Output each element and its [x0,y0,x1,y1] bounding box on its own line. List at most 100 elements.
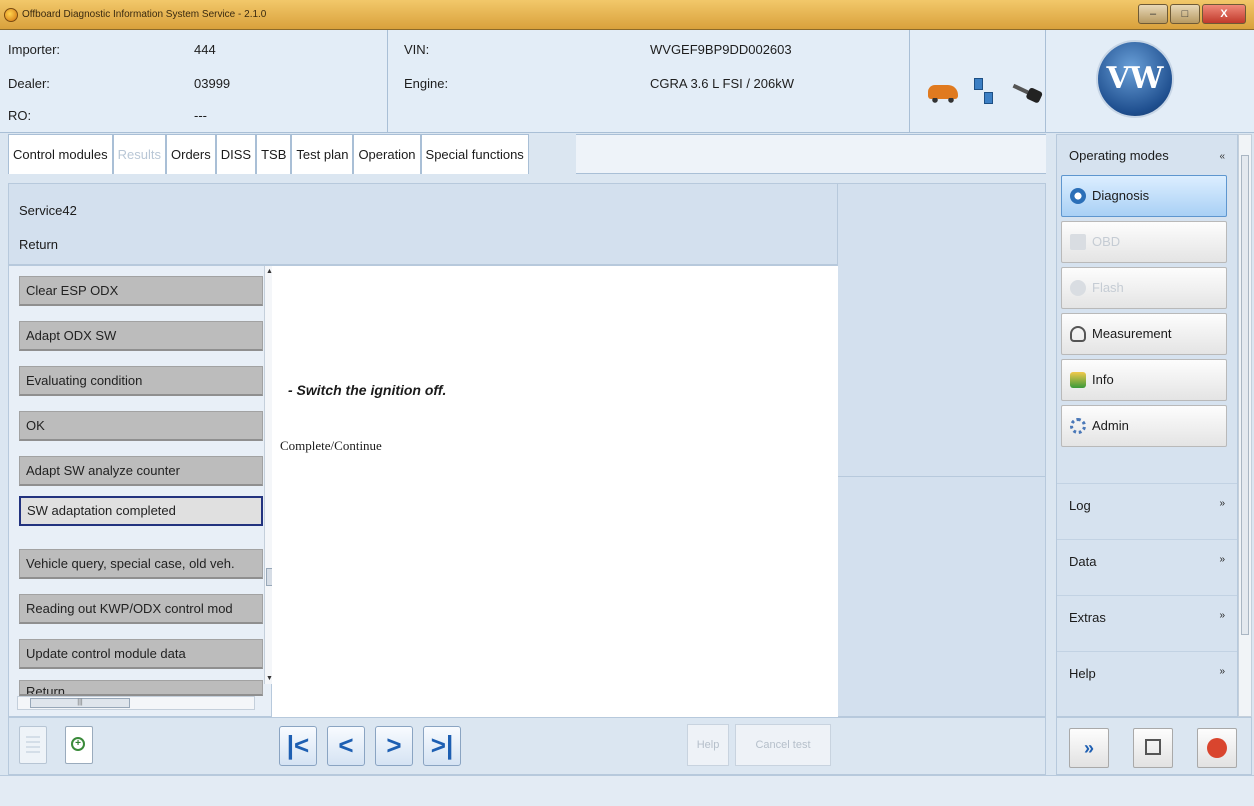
importer-label: Importer: [8,42,61,57]
section-label: Data [1069,554,1097,569]
window-title-bar[interactable]: Offboard Diagnostic Information System S… [0,0,1254,30]
service-name: Service42 [19,203,77,218]
engine-label: Engine: [404,76,449,91]
status-bar [0,775,1254,806]
vehicle-info-header: Importer: 444 Dealer: 03999 RO: --- VIN:… [0,30,1254,133]
vehicle-icon[interactable] [928,85,958,103]
expand-icon[interactable]: » [1219,498,1225,509]
list-item[interactable]: Reading out KWP/ODX control mod [19,594,263,624]
vin-value: WVGEF9BP9DD002603 [650,42,792,57]
admin-icon [1070,418,1086,434]
sidebar-scrollbar[interactable] [1238,134,1252,717]
close-window-button[interactable]: X [1202,4,1246,24]
mode-measurement-button[interactable]: Measurement [1061,313,1227,355]
list-item[interactable]: Return [19,680,263,696]
frame-icon [1145,739,1161,755]
screenshot-button[interactable] [1133,728,1173,768]
info-panel-top [838,183,1046,477]
tab-control-modules[interactable]: Control modules [8,134,113,174]
complete-continue-link[interactable]: Complete/Continue [280,438,382,454]
list-item[interactable]: Adapt ODX SW [19,321,263,351]
operating-modes-title: Operating modes [1069,148,1169,163]
forward-button[interactable]: » [1069,728,1109,768]
tab-special-functions[interactable]: Special functions [420,134,529,174]
gauge-icon [1070,326,1086,342]
expand-icon[interactable]: » [1219,554,1225,565]
vehicle-cell: VIN: WVGEF9BP9DD002603 Engine: CGRA 3.6 … [388,30,910,133]
mode-label: Info [1092,372,1114,387]
list-item[interactable]: Clear ESP ODX [19,276,263,306]
service-header: Service42 Return [8,183,838,265]
sidebar-section-help[interactable]: Help » [1057,651,1237,695]
scrollbar-thumb[interactable]: ||| [30,698,130,708]
mode-admin-button[interactable]: Admin [1061,405,1227,447]
tab-test-plan[interactable]: Test plan [291,134,354,174]
diagnosis-icon [1070,188,1086,204]
list-item[interactable]: Evaluating condition [19,366,263,396]
flash-icon [1070,280,1086,296]
info-icon [1070,372,1086,388]
dealer-label: Dealer: [8,76,50,91]
mode-obd-button[interactable]: OBD [1061,221,1227,263]
mode-flash-button[interactable]: Flash [1061,267,1227,309]
mode-label: Diagnosis [1092,188,1150,203]
network-icon[interactable] [974,78,996,106]
mode-label: Flash [1092,280,1124,295]
tab-tsb[interactable]: TSB [256,134,292,174]
mode-label: OBD [1092,234,1121,249]
operating-modes-sidebar: Operating modes « Diagnosis OBD Flash Me… [1056,134,1238,717]
document-icon [26,736,40,754]
dealer-value: 03999 [194,76,231,91]
section-label: Extras [1069,610,1106,625]
document-search-button[interactable]: + [65,726,93,764]
document-button[interactable] [19,726,47,764]
list-item-selected[interactable]: SW adaptation completed [19,496,263,526]
mode-diagnosis-button[interactable]: Diagnosis [1061,175,1227,217]
close-circle-icon [1207,738,1227,758]
last-step-button[interactable]: >| [423,726,461,766]
mode-label: Measurement [1092,326,1172,341]
list-item[interactable]: OK [19,411,263,441]
sidebar-section-data[interactable]: Data » [1057,539,1237,583]
tab-results[interactable]: Results [112,134,167,174]
tab-bar-filler [576,134,1046,174]
expand-icon[interactable]: » [1219,666,1225,677]
first-step-button[interactable]: |< [279,726,317,766]
tab-diss[interactable]: DISS [215,134,257,174]
tab-operation[interactable]: Operation [353,134,421,174]
mode-info-button[interactable]: Info [1061,359,1227,401]
instruction-text: - Switch the ignition off. [288,382,447,398]
importer-value: 444 [194,42,216,57]
window-title: Offboard Diagnostic Information System S… [22,9,267,20]
vin-label: VIN: [404,42,430,57]
expand-icon[interactable]: » [1219,610,1225,621]
minimize-button[interactable]: – [1138,4,1168,24]
section-label: Help [1069,666,1096,681]
maximize-button[interactable]: □ [1170,4,1200,24]
tab-orders[interactable]: Orders [166,134,216,174]
sidebar-section-log[interactable]: Log » [1057,483,1237,527]
mode-label: Admin [1092,418,1129,433]
previous-step-button[interactable]: < [327,726,365,766]
collapse-icon[interactable]: « [1219,151,1225,162]
magnifier-icon: + [71,737,85,751]
service-return-link[interactable]: Return [19,237,58,252]
next-step-button[interactable]: > [375,726,413,766]
steps-horizontal-scrollbar[interactable]: ||| [17,696,255,710]
cancel-test-button[interactable]: Cancel test [735,724,831,766]
double-chevron-right-icon: » [1083,738,1094,758]
dealer-info-cell: Importer: 444 Dealer: 03999 RO: --- [0,30,388,133]
main-tab-bar: Control modules Results Orders DISS TSB … [8,134,529,174]
scrollbar-thumb[interactable] [1241,155,1249,635]
sidebar-section-extras[interactable]: Extras » [1057,595,1237,639]
list-item[interactable]: Vehicle query, special case, old veh. [19,549,263,579]
diagnostic-probe-icon[interactable] [1010,78,1044,105]
exit-button[interactable] [1197,728,1237,768]
sidebar-bottom-toolbar: » [1056,717,1252,775]
help-button[interactable]: Help [687,724,729,766]
engine-value: CGRA 3.6 L FSI / 206kW [650,76,795,91]
obd-icon [1070,234,1086,250]
list-item[interactable]: Adapt SW analyze counter [19,456,263,486]
list-item[interactable]: Update control module data [19,639,263,669]
ro-label: RO: [8,108,32,123]
